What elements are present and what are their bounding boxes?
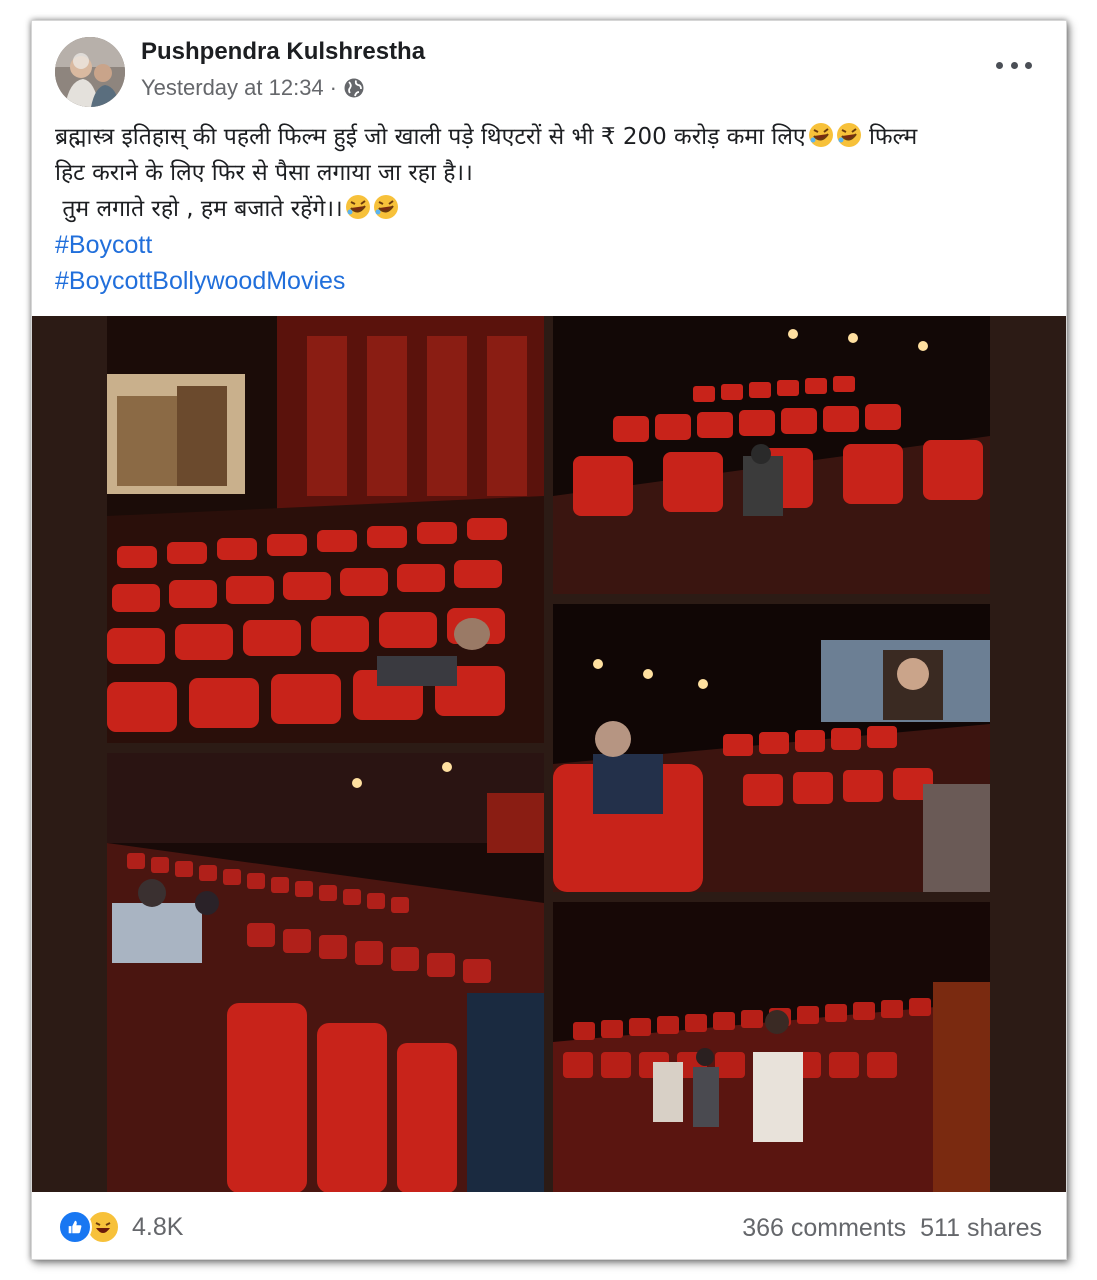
meta-separator: · [329, 75, 337, 100]
rofl-emoji-icon [345, 195, 370, 219]
globe-icon[interactable] [343, 77, 365, 99]
empty-theater-photo-3[interactable] [107, 753, 544, 1192]
more-dot-icon [996, 61, 1003, 69]
author-name[interactable]: Pushpendra Kulshrestha [141, 38, 425, 66]
rofl-emoji-icon [836, 123, 861, 147]
engagement-stats: 366 comments 511 shares [742, 1214, 1042, 1243]
post-text-segment: तुम लगाते रहो , हम बजाते रहेंगे।। [55, 196, 343, 222]
comments-count-link[interactable]: 366 comments [742, 1214, 906, 1243]
post-text-segment: ब्रह्मास्त्र इतिहास् की पहली फिल्म हुई ज… [55, 124, 806, 150]
post-text: ब्रह्मास्त्र इतिहास् की पहली फिल्म हुई ज… [55, 119, 1045, 299]
post-text-line-1: ब्रह्मास्त्र इतिहास् की पहली फिल्म हुई ज… [55, 119, 1045, 155]
hashtag-link[interactable]: #BoycottBollywoodMovies [55, 263, 1045, 299]
empty-theater-photo-5[interactable] [553, 902, 990, 1192]
theater-icon [107, 753, 544, 1192]
like-icon [58, 1210, 92, 1244]
avatar[interactable] [55, 37, 125, 107]
shares-count-link[interactable]: 511 shares [920, 1214, 1042, 1243]
rofl-emoji-icon [808, 123, 833, 147]
reaction-count: 4.8K [132, 1212, 184, 1241]
post-text-segment: फिल्म [868, 124, 918, 150]
post-card: Pushpendra Kulshrestha Yesterday at 12:3… [31, 20, 1067, 1260]
post-timestamp[interactable]: Yesterday at 12:34 [141, 75, 324, 101]
more-dot-icon [1025, 61, 1032, 69]
post-text-line-2: हिट कराने के लिए फिर से पैसा लगाया जा रह… [55, 160, 473, 186]
hashtag-link[interactable]: #Boycott [55, 227, 1045, 263]
post-footer: 4.8K 366 comments 511 shares [32, 1192, 1066, 1259]
more-dot-icon [1010, 61, 1018, 69]
theater-icon [107, 316, 544, 743]
post-text-line-3: तुम लगाते रहो , हम बजाते रहेंगे।। [55, 191, 1045, 227]
theater-icon [553, 902, 990, 1192]
photo-collage[interactable] [32, 316, 1066, 1192]
empty-theater-photo-1[interactable] [107, 316, 544, 743]
theater-icon [553, 604, 990, 892]
more-options-button[interactable] [996, 55, 1032, 75]
rofl-emoji-icon [373, 195, 398, 219]
avatar-image [55, 37, 125, 107]
empty-theater-photo-2[interactable] [553, 316, 990, 594]
reactions-summary[interactable]: 4.8K [58, 1210, 183, 1244]
empty-theater-photo-4[interactable] [553, 604, 990, 892]
theater-icon [553, 316, 990, 594]
post-meta: Yesterday at 12:34 · [141, 75, 365, 101]
